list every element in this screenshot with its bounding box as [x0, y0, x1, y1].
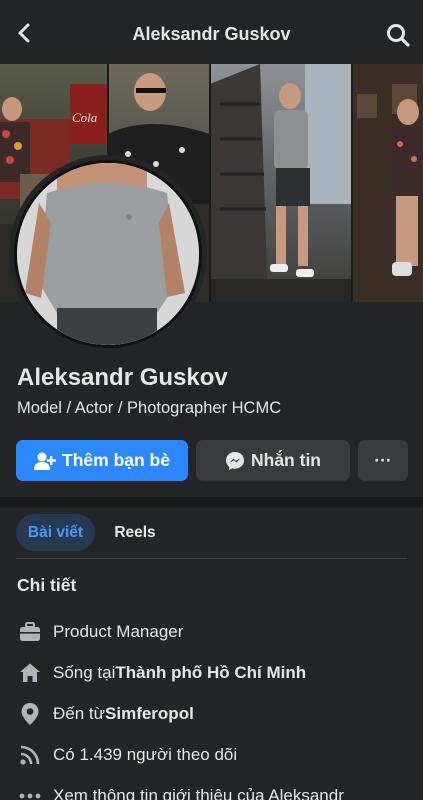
page-title: Aleksandr Guskov: [132, 24, 291, 44]
profile-picture-frame[interactable]: [9, 155, 207, 353]
detail-work: Product Manager: [17, 619, 183, 645]
briefcase-icon: [17, 619, 43, 645]
work-text: Product Manager: [53, 622, 184, 641]
top-bar: Aleksandr Guskov: [0, 0, 423, 64]
followers-text: Có 1.439 người theo dõi: [53, 745, 238, 764]
messenger-icon: [226, 451, 244, 470]
search-icon[interactable]: [385, 22, 411, 48]
detail-followers[interactable]: Có 1.439 người theo dõi: [17, 742, 237, 768]
profile-picture[interactable]: [14, 160, 202, 348]
more-options-button[interactable]: ···: [358, 440, 408, 481]
details-title: Chi tiết: [17, 575, 77, 595]
detail-see-about[interactable]: Xem thông tin giới thiệu của Aleksandr: [17, 783, 344, 800]
tab-reels[interactable]: Reels: [104, 514, 166, 551]
detail-lives: Sống tại Thành phố Hồ Chí Minh: [17, 660, 306, 686]
see-about-text: Xem thông tin giới thiệu của Aleksandr: [53, 786, 344, 800]
home-icon: [17, 660, 43, 686]
from-value[interactable]: Simferopol: [105, 704, 194, 724]
detail-from: Đến từ Simferopol: [17, 701, 194, 727]
add-friend-label: Thêm bạn bè: [62, 450, 170, 470]
cover-divider: [209, 64, 211, 302]
location-pin-icon: [17, 701, 43, 727]
cover-panel-3: [210, 64, 352, 302]
rss-feed-icon: [17, 742, 43, 768]
from-prefix: Đến từ: [53, 704, 106, 723]
section-separator: [0, 497, 423, 507]
add-friend-button[interactable]: Thêm bạn bè: [16, 440, 188, 481]
person-plus-icon: [34, 452, 56, 470]
message-button[interactable]: Nhắn tin: [196, 440, 350, 481]
cover-panel-4: [352, 64, 423, 302]
cover-divider: [351, 64, 353, 302]
tabs-divider: [16, 558, 407, 559]
profile-name: Aleksandr Guskov: [17, 364, 228, 391]
profile-bio: Model / Actor / Photographer HCMC: [17, 399, 282, 417]
message-label: Nhắn tin: [251, 450, 321, 470]
lives-value[interactable]: Thành phố Hồ Chí Minh: [115, 663, 306, 683]
tab-posts[interactable]: Bài viết: [16, 514, 95, 551]
cover-sign-text: Cola: [72, 110, 98, 125]
lives-prefix: Sống tại: [53, 663, 116, 682]
more-dots-label: ···: [374, 450, 392, 470]
more-dots-icon: [17, 783, 43, 800]
